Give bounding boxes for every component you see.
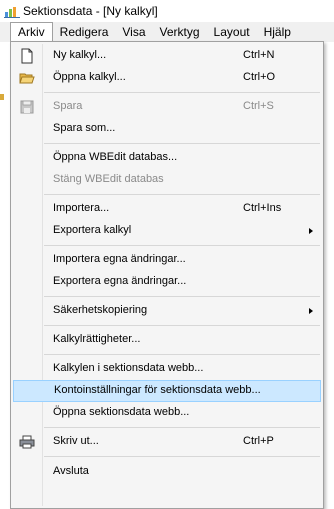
menu-item-label: Importera egna ändringar... [53, 253, 186, 265]
menu-item-spara[interactable]: Spara Ctrl+S [13, 96, 321, 118]
menu-item-label: Kalkylen i sektionsdata webb... [53, 362, 204, 374]
menu-item-label: Kontoinställningar för sektionsdata webb… [54, 384, 261, 396]
menu-separator [44, 296, 320, 297]
save-disk-icon [19, 99, 35, 115]
menu-item-shortcut: Ctrl+P [243, 435, 274, 447]
background-window-edge [0, 42, 10, 509]
menu-item-label: Öppna kalkyl... [53, 71, 126, 83]
menu-separator [44, 143, 320, 144]
menu-item-label: Ny kalkyl... [53, 49, 107, 61]
menu-redigera[interactable]: Redigera [53, 22, 116, 42]
menu-item-label: Spara som... [53, 122, 116, 134]
menu-separator [44, 325, 320, 326]
menu-item-shortcut: Ctrl+S [243, 100, 274, 112]
menu-item-label: Spara [53, 100, 83, 112]
menu-separator [44, 194, 320, 195]
app-icon [4, 4, 20, 18]
menu-verktyg[interactable]: Verktyg [153, 22, 207, 42]
menu-separator [44, 456, 320, 457]
menu-item-importera-egna[interactable]: Importera egna ändringar... [13, 249, 321, 271]
menu-item-stang-wbedit[interactable]: Stäng WBEdit databas [13, 169, 321, 191]
menu-item-shortcut: Ctrl+Ins [243, 202, 282, 214]
menu-item-label: Exportera egna ändringar... [53, 275, 187, 287]
window-title: Sektionsdata - [Ny kalkyl] [23, 4, 158, 18]
menu-separator [44, 245, 320, 246]
menu-item-label: Stäng WBEdit databas [53, 173, 164, 185]
menu-item-oppna-wbedit[interactable]: Öppna WBEdit databas... [13, 147, 321, 169]
menu-item-skriv-ut[interactable]: Skriv ut... Ctrl+P [13, 431, 321, 453]
arkiv-dropdown-menu: Ny kalkyl... Ctrl+N Öppna kalkyl... Ctrl… [10, 41, 324, 509]
menu-item-label: Exportera kalkyl [53, 224, 132, 236]
title-bar: Sektionsdata - [Ny kalkyl] [0, 0, 334, 22]
menu-item-ny-kalkyl[interactable]: Ny kalkyl... Ctrl+N [13, 45, 321, 67]
menu-item-shortcut: Ctrl+N [243, 49, 275, 61]
menu-item-avsluta[interactable]: Avsluta [13, 461, 321, 483]
menu-item-spara-som[interactable]: Spara som... [13, 118, 321, 140]
menu-item-label: Öppna WBEdit databas... [53, 151, 178, 163]
new-document-icon [19, 48, 35, 64]
menu-item-oppna-webb[interactable]: Öppna sektionsdata webb... [13, 402, 321, 424]
open-folder-icon [19, 70, 35, 86]
menu-separator [44, 92, 320, 93]
menu-visa[interactable]: Visa [115, 22, 152, 42]
menu-item-sakerhetskopiering[interactable]: Säkerhetskopiering [13, 300, 321, 322]
menu-separator [44, 354, 320, 355]
toolbar-fragment [0, 94, 4, 100]
submenu-arrow-icon [309, 308, 313, 314]
menu-hjalp[interactable]: Hjälp [257, 22, 298, 42]
menu-item-exportera-kalkyl[interactable]: Exportera kalkyl [13, 220, 321, 242]
menu-layout[interactable]: Layout [207, 22, 257, 42]
menu-arkiv[interactable]: Arkiv [10, 22, 53, 42]
menu-bar: Arkiv Redigera Visa Verktyg Layout Hjälp [0, 22, 334, 42]
menu-separator [44, 427, 320, 428]
printer-icon [19, 434, 35, 450]
menu-item-label: Avsluta [53, 465, 89, 477]
menu-item-kontoinstallningar[interactable]: Kontoinställningar för sektionsdata webb… [13, 380, 321, 402]
menu-item-kalkylrattigheter[interactable]: Kalkylrättigheter... [13, 329, 321, 351]
menu-item-exportera-egna[interactable]: Exportera egna ändringar... [13, 271, 321, 293]
menu-item-shortcut: Ctrl+O [243, 71, 276, 83]
submenu-arrow-icon [309, 228, 313, 234]
menu-item-label: Säkerhetskopiering [53, 304, 148, 316]
menu-item-label: Kalkylrättigheter... [53, 333, 141, 345]
menu-item-oppna-kalkyl[interactable]: Öppna kalkyl... Ctrl+O [13, 67, 321, 89]
menu-item-kalkylen-webb[interactable]: Kalkylen i sektionsdata webb... [13, 358, 321, 380]
menu-item-label: Importera... [53, 202, 110, 214]
menu-item-label: Öppna sektionsdata webb... [53, 406, 190, 418]
menu-item-importera[interactable]: Importera... Ctrl+Ins [13, 198, 321, 220]
menu-item-label: Skriv ut... [53, 435, 99, 447]
